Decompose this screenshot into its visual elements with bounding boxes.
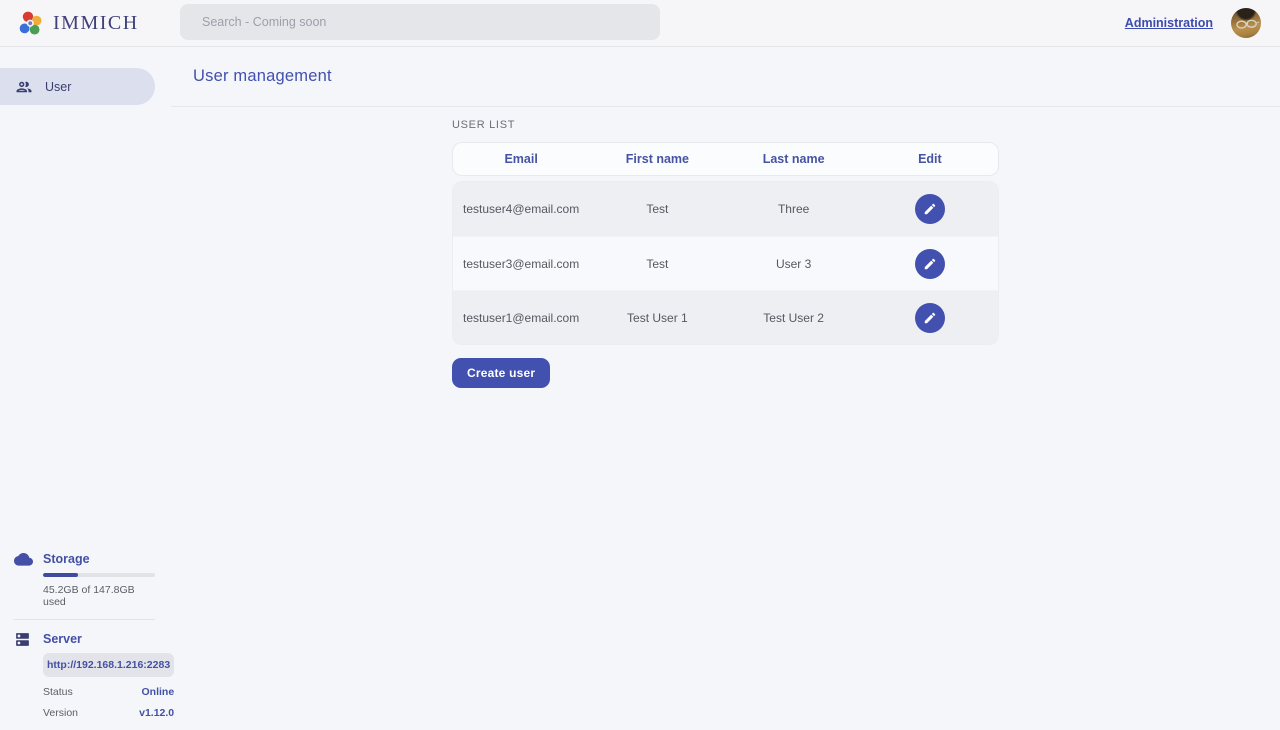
table-row: testuser4@email.com Test Three (453, 182, 998, 236)
server-version-row: Version v1.12.0 (43, 707, 174, 719)
server-url-badge: http://192.168.1.216:2283 (43, 653, 174, 677)
user-list-label: USER LIST (452, 119, 1280, 131)
title-bar: User management (171, 47, 1280, 107)
cloud-icon (14, 550, 43, 609)
sidebar-divider (14, 619, 155, 620)
immich-logo[interactable]: IMMICH (17, 10, 139, 37)
cell-email: testuser4@email.com (453, 202, 589, 216)
col-header-last-name: Last name (726, 152, 862, 166)
cell-first-name: Test User 1 (589, 311, 725, 325)
administration-link[interactable]: Administration (1125, 16, 1213, 30)
sidebar-item-label: User (45, 80, 71, 94)
storage-progress-fill (43, 573, 78, 578)
immich-flower-icon (17, 10, 44, 37)
table-row: testuser1@email.com Test User 1 Test Use… (453, 290, 998, 344)
table-body: testuser4@email.com Test Three testuser3… (452, 181, 999, 345)
col-header-email: Email (453, 152, 589, 166)
version-label: Version (43, 707, 78, 719)
storage-progress-bar (43, 573, 155, 578)
pencil-icon (923, 311, 937, 325)
version-value: v1.12.0 (139, 707, 174, 719)
server-title: Server (43, 630, 174, 646)
storage-title: Storage (43, 550, 155, 566)
content: USER LIST Email First name Last name Edi… (171, 107, 1280, 388)
sidebar: User Storage 45.2GB of 147.8GB used (0, 47, 171, 730)
group-icon (15, 78, 33, 96)
server-status-row: Status Online (43, 686, 174, 698)
cell-first-name: Test (589, 257, 725, 271)
pencil-icon (923, 202, 937, 216)
dns-server-icon (14, 630, 43, 719)
col-header-edit: Edit (862, 152, 998, 166)
table-header-row: Email First name Last name Edit (452, 142, 999, 176)
status-label: Status (43, 686, 73, 698)
user-avatar[interactable] (1231, 8, 1261, 38)
avatar-photo-glasses (1231, 8, 1261, 38)
page-title: User management (193, 67, 332, 86)
main-area: User management USER LIST Email First na… (171, 47, 1280, 730)
user-table: Email First name Last name Edit testuser… (452, 142, 999, 345)
edit-user-button[interactable] (915, 194, 945, 224)
top-navbar: IMMICH Administration (0, 0, 1280, 47)
search-input[interactable] (180, 4, 660, 40)
cell-first-name: Test (589, 202, 725, 216)
cell-email: testuser1@email.com (453, 311, 589, 325)
pencil-icon (923, 257, 937, 271)
cell-last-name: Test User 2 (726, 311, 862, 325)
status-value: Online (141, 686, 174, 698)
cell-last-name: User 3 (726, 257, 862, 271)
server-block: Server http://192.168.1.216:2283 Status … (14, 630, 155, 719)
cell-last-name: Three (726, 202, 862, 216)
table-row: testuser3@email.com Test User 3 (453, 236, 998, 290)
col-header-first-name: First name (589, 152, 725, 166)
sidebar-bottom: Storage 45.2GB of 147.8GB used Server ht… (0, 550, 171, 730)
edit-user-button[interactable] (915, 249, 945, 279)
logo-text: IMMICH (53, 12, 139, 35)
cell-email: testuser3@email.com (453, 257, 589, 271)
edit-user-button[interactable] (915, 303, 945, 333)
sidebar-item-users[interactable]: User (0, 68, 155, 105)
storage-usage-text: 45.2GB of 147.8GB used (43, 584, 155, 608)
create-user-button[interactable]: Create user (452, 358, 550, 388)
storage-block: Storage 45.2GB of 147.8GB used (14, 550, 155, 609)
